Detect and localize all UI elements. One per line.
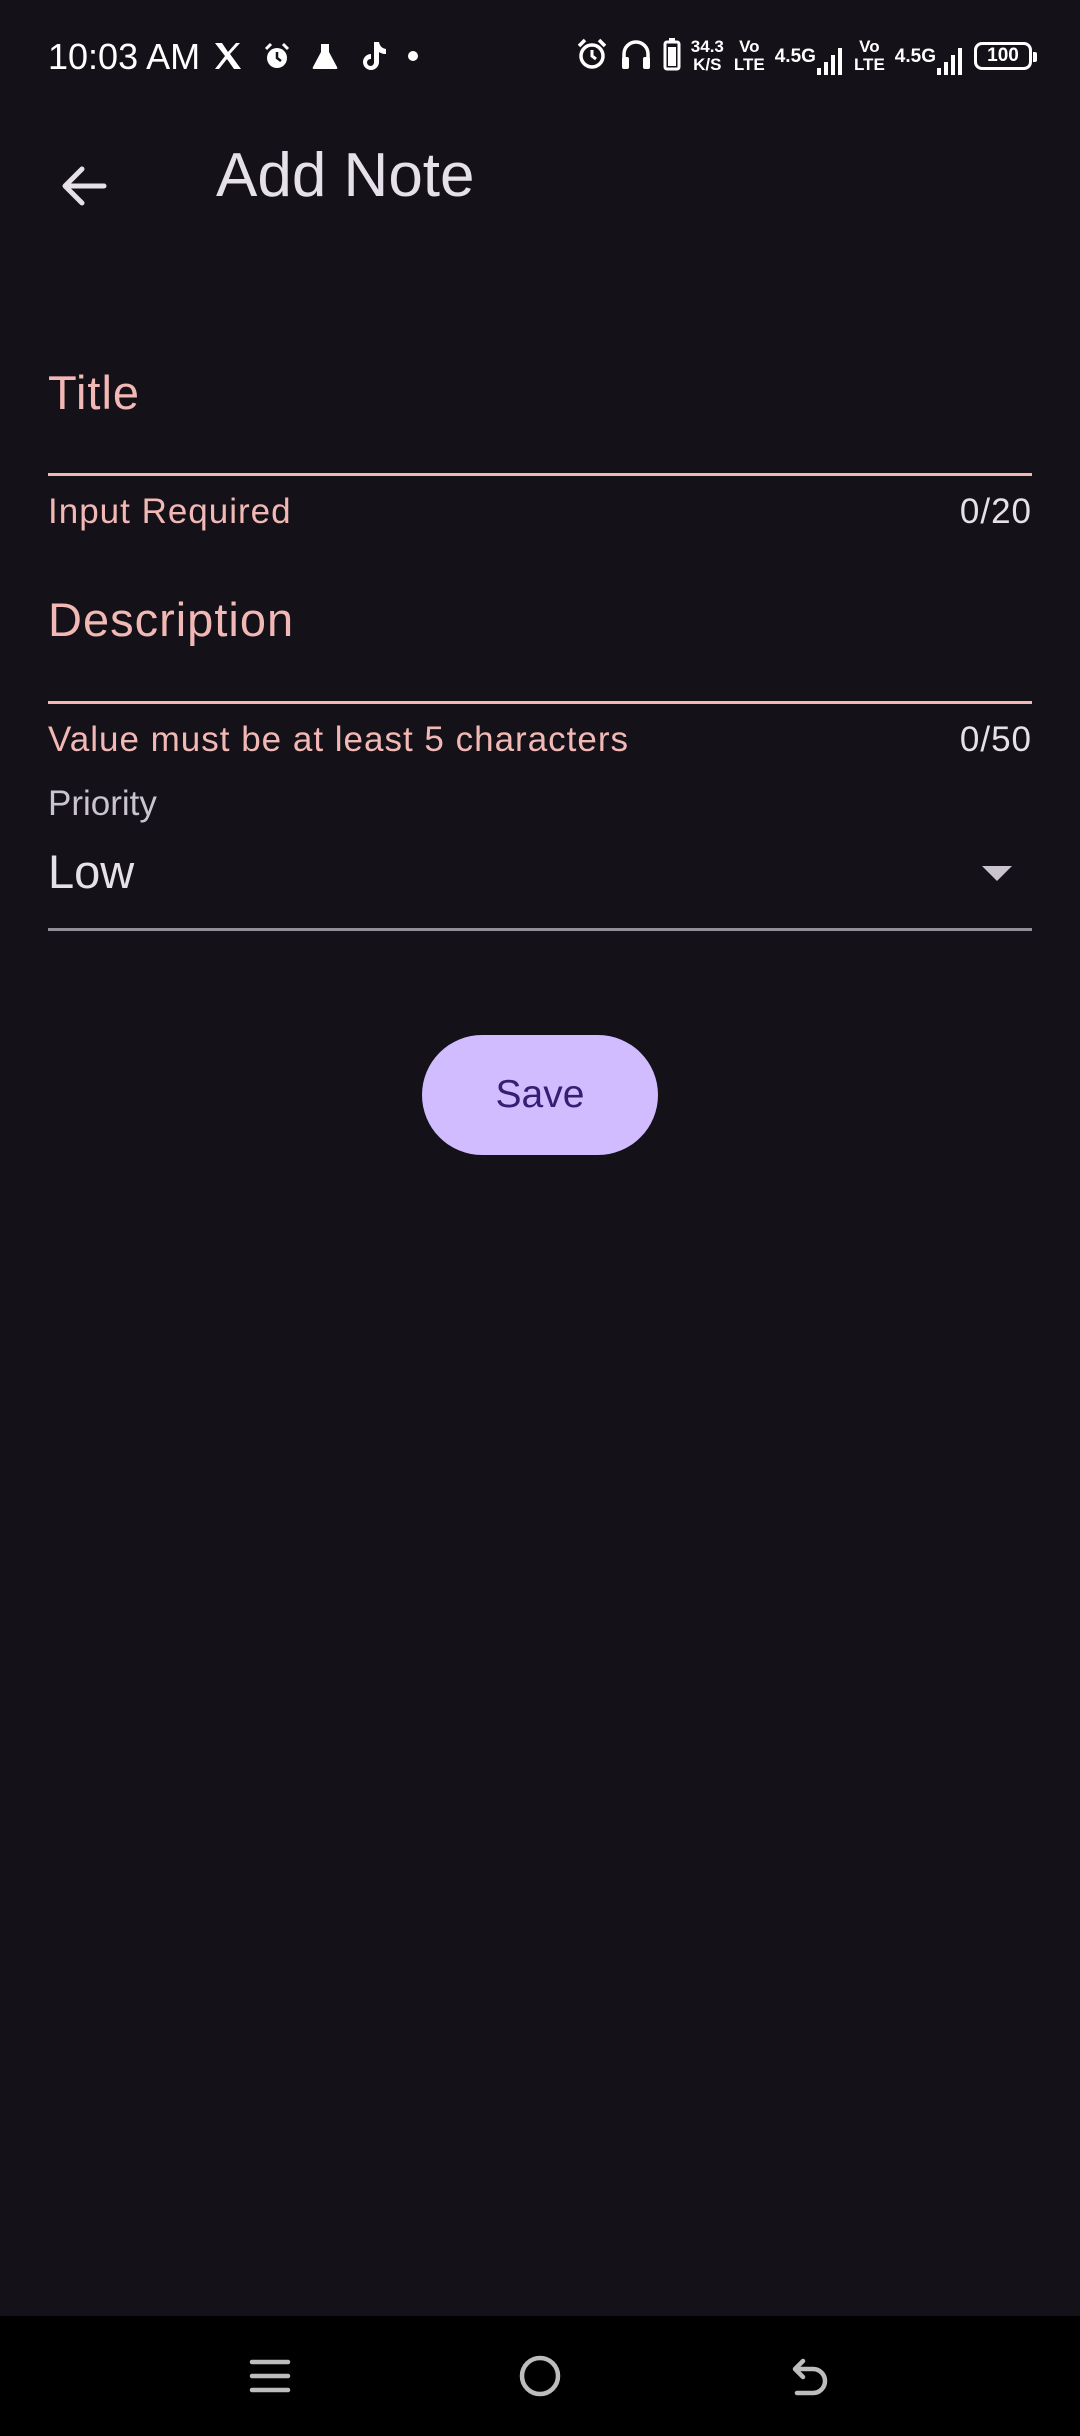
priority-underline bbox=[48, 928, 1032, 931]
headphones-icon bbox=[619, 37, 653, 76]
sim2-network-label: 4.5G bbox=[894, 46, 936, 67]
network-speed: 34.3 K/S bbox=[691, 38, 724, 74]
title-field-underline bbox=[48, 473, 1032, 476]
priority-selected-value: Low bbox=[48, 845, 135, 898]
menu-icon bbox=[249, 2359, 291, 2393]
description-char-counter: 0/50 bbox=[959, 720, 1032, 759]
save-button[interactable]: Save bbox=[422, 1035, 658, 1155]
arrow-back-icon bbox=[62, 166, 107, 206]
alarm-clock-icon bbox=[262, 41, 292, 76]
sim1-volte-bottom: LTE bbox=[733, 55, 765, 74]
description-field[interactable]: Description Value must be at least 5 cha… bbox=[48, 570, 1032, 770]
description-field-underline bbox=[48, 701, 1032, 704]
dropdown-arrow-icon bbox=[982, 866, 1012, 881]
dot-icon bbox=[406, 49, 420, 68]
system-indicators: 34.3 K/S Vo LTE 4.5G Vo LTE 4.5G 100 bbox=[575, 34, 1037, 78]
home-icon bbox=[519, 2355, 561, 2397]
status-time: 10:03 AM bbox=[48, 36, 201, 77]
title-helper-text: Input Required bbox=[48, 492, 292, 531]
system-nav-bar bbox=[0, 2316, 1080, 2436]
app-bar: Add Note bbox=[0, 120, 1080, 232]
x-logo-icon bbox=[212, 40, 244, 77]
network-speed-unit: K/S bbox=[693, 55, 722, 74]
sim2-volte: Vo LTE bbox=[854, 38, 885, 74]
battery-icon: 100 bbox=[974, 42, 1037, 70]
signal-icon bbox=[816, 48, 842, 75]
sim1-volte-top: Vo bbox=[739, 37, 760, 56]
battery-level: 100 bbox=[987, 45, 1019, 66]
signal-icon bbox=[937, 48, 962, 75]
description-field-label: Description bbox=[48, 593, 295, 646]
notification-icons bbox=[212, 38, 420, 78]
alarm-icon bbox=[575, 37, 609, 76]
priority-dropdown[interactable]: Low bbox=[48, 832, 1032, 932]
sim1-network-label: 4.5G bbox=[774, 46, 816, 67]
add-note-screen: 10:03 AM 34.3 K/S Vo LTE 4.5G Vo LTE 4.5… bbox=[0, 0, 1080, 2436]
sim2-signal: 4.5G bbox=[895, 36, 964, 76]
title-field[interactable]: Title Input Required 0/20 bbox=[48, 340, 1032, 540]
back-nav-button[interactable] bbox=[770, 2336, 850, 2416]
title-char-counter: 0/20 bbox=[959, 492, 1032, 531]
flask-icon bbox=[310, 41, 340, 76]
recents-button[interactable] bbox=[230, 2336, 310, 2416]
priority-label: Priority bbox=[48, 784, 157, 823]
back-icon bbox=[792, 2358, 828, 2396]
description-helper-text: Value must be at least 5 characters bbox=[48, 720, 630, 759]
sim2-volte-top: Vo bbox=[859, 37, 880, 56]
network-speed-value: 34.3 bbox=[690, 37, 724, 56]
page-title: Add Note bbox=[216, 141, 475, 210]
sim2-volte-bottom: LTE bbox=[853, 55, 885, 74]
status-bar: 10:03 AM 34.3 K/S Vo LTE 4.5G Vo LTE 4.5… bbox=[0, 0, 1080, 120]
home-button[interactable] bbox=[500, 2336, 580, 2416]
back-button[interactable] bbox=[40, 142, 128, 230]
title-field-label: Title bbox=[48, 366, 141, 419]
sim1-signal: 4.5G bbox=[775, 36, 844, 76]
tiktok-icon bbox=[358, 40, 388, 77]
sim1-volte: Vo LTE bbox=[734, 38, 765, 74]
battery-saver-icon bbox=[663, 37, 681, 76]
